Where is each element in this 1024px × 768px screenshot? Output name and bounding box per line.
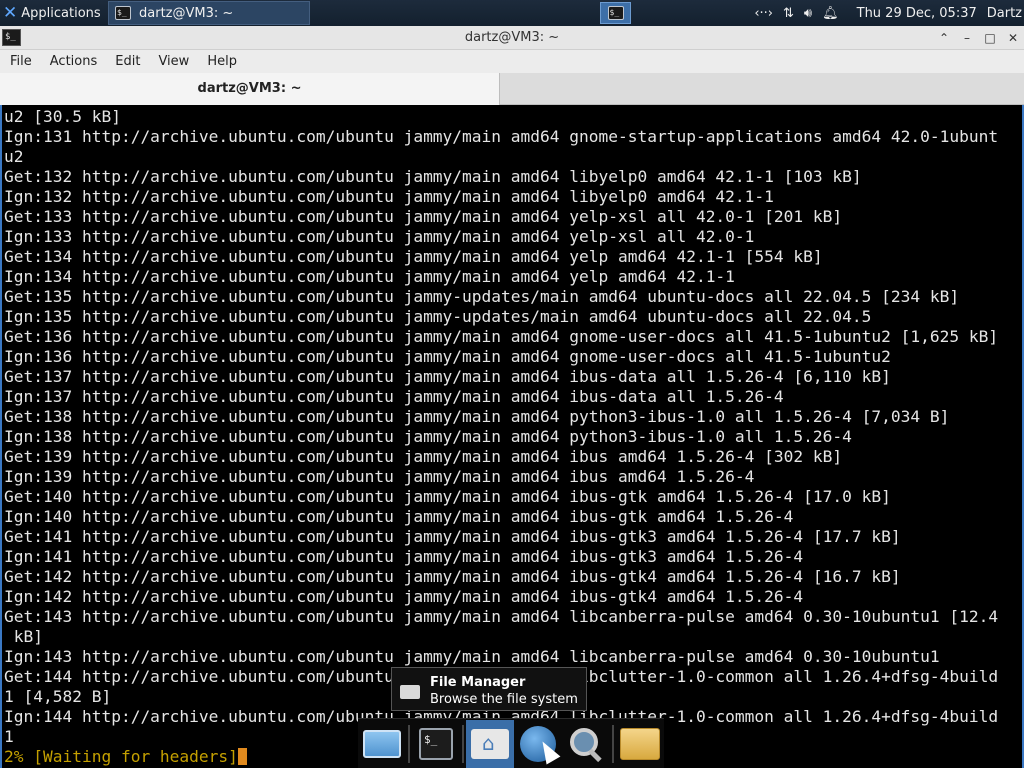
dock-folder[interactable]	[616, 720, 664, 768]
terminal-line: u2 [30.5 kB]	[4, 107, 121, 126]
terminal-icon: $_	[607, 6, 624, 20]
window-titlebar[interactable]: $_ dartz@VM3: ~ ⌃ – □ ✕	[0, 26, 1024, 50]
terminal-line: Ign:136 http://archive.ubuntu.com/ubuntu…	[4, 347, 891, 366]
terminal-line: u2	[4, 147, 24, 166]
terminal-line: kB]	[4, 627, 43, 646]
dock: $_	[358, 718, 664, 768]
menu-view[interactable]: View	[148, 54, 197, 69]
terminal-line: Ign:143 http://archive.ubuntu.com/ubuntu…	[4, 647, 940, 666]
shade-icon[interactable]: ⌃	[935, 29, 953, 47]
tooltip-title: File Manager	[430, 675, 526, 690]
terminal-line: Get:140 http://archive.ubuntu.com/ubuntu…	[4, 487, 891, 506]
terminal-line: Ign:140 http://archive.ubuntu.com/ubuntu…	[4, 507, 794, 526]
dock-separator	[612, 724, 614, 763]
applications-label: Applications	[21, 5, 101, 21]
terminal-line: Ign:137 http://archive.ubuntu.com/ubuntu…	[4, 387, 784, 406]
terminal-line: Ign:131 http://archive.ubuntu.com/ubuntu…	[4, 127, 999, 146]
terminal-line: Ign:138 http://archive.ubuntu.com/ubuntu…	[4, 427, 852, 446]
maximize-button[interactable]: □	[981, 29, 999, 47]
terminal-line: Get:133 http://archive.ubuntu.com/ubuntu…	[4, 207, 843, 226]
terminal-line: Get:138 http://archive.ubuntu.com/ubuntu…	[4, 407, 950, 426]
terminal-line: Ign:139 http://archive.ubuntu.com/ubuntu…	[4, 467, 755, 486]
user-menu[interactable]: Dartz	[987, 6, 1022, 21]
app-finder-icon	[568, 726, 604, 762]
tooltip-description: Browse the file system	[430, 692, 578, 707]
transfer-icon[interactable]: ⇅	[783, 6, 794, 21]
terminal-line: Get:132 http://archive.ubuntu.com/ubuntu…	[4, 167, 862, 186]
terminal-line: Ign:132 http://archive.ubuntu.com/ubuntu…	[4, 187, 774, 206]
menu-help[interactable]: Help	[197, 54, 245, 69]
menu-actions[interactable]: Actions	[40, 54, 106, 69]
taskbar-terminal-button[interactable]: $_ dartz@VM3: ~	[108, 1, 310, 25]
menu-file[interactable]: File	[0, 54, 40, 69]
progress-text: 2% [Waiting for headers]	[4, 747, 238, 766]
minimize-button[interactable]: –	[958, 29, 976, 47]
dock-separator	[462, 724, 464, 763]
panel-terminal-launcher[interactable]: $_	[600, 2, 631, 24]
applications-menu-button[interactable]: ✕ Applications	[0, 0, 107, 26]
top-panel: ✕ Applications $_ dartz@VM3: ~ $_ ‹··› ⇅…	[0, 0, 1024, 26]
file-manager-tooltip: File Manager Browse the file system	[391, 667, 587, 711]
terminal-line: Get:136 http://archive.ubuntu.com/ubuntu…	[4, 327, 999, 346]
terminal-line: Get:143 http://archive.ubuntu.com/ubuntu…	[4, 607, 999, 626]
terminal-line: Ign:134 http://archive.ubuntu.com/ubuntu…	[4, 267, 735, 286]
drive-icon	[400, 685, 420, 699]
dock-separator	[408, 724, 410, 763]
dock-app-finder[interactable]	[562, 720, 610, 768]
terminal-cursor	[237, 748, 247, 765]
terminal-icon: $_	[419, 727, 453, 760]
terminal-icon: $_	[115, 6, 131, 20]
terminal-line: Ign:135 http://archive.ubuntu.com/ubuntu…	[4, 307, 872, 326]
system-tray: ‹··› ⇅ 🔊︎ 🔔︎ Thu 29 Dec, 05:37 Dartz	[754, 0, 1024, 26]
menu-edit[interactable]: Edit	[105, 54, 148, 69]
dock-terminal[interactable]: $_	[412, 720, 460, 768]
menubar: File Actions Edit View Help	[0, 50, 1024, 73]
close-button[interactable]: ✕	[1004, 29, 1022, 47]
terminal-line: Get:135 http://archive.ubuntu.com/ubuntu…	[4, 287, 960, 306]
home-folder-icon	[471, 728, 509, 759]
dock-file-manager[interactable]	[466, 719, 514, 768]
terminal-line: Ign:133 http://archive.ubuntu.com/ubuntu…	[4, 227, 755, 246]
terminal-line: Get:142 http://archive.ubuntu.com/ubuntu…	[4, 567, 901, 586]
terminal-line: Get:134 http://archive.ubuntu.com/ubuntu…	[4, 247, 823, 266]
window-title: dartz@VM3: ~	[464, 30, 560, 45]
clock[interactable]: Thu 29 Dec, 05:37	[857, 6, 977, 21]
terminal-line: Ign:142 http://archive.ubuntu.com/ubuntu…	[4, 587, 804, 606]
bell-icon[interactable]: 🔔︎	[822, 6, 839, 21]
taskbar-title: dartz@VM3: ~	[139, 5, 234, 21]
volume-icon[interactable]: 🔊︎	[804, 6, 812, 21]
terminal-line: Get:137 http://archive.ubuntu.com/ubuntu…	[4, 367, 891, 386]
tab-bar: dartz@VM3: ~	[0, 73, 1024, 105]
tab-terminal[interactable]: dartz@VM3: ~	[0, 73, 500, 105]
desktop-icon	[363, 729, 401, 758]
dock-show-desktop[interactable]	[358, 720, 406, 768]
folder-icon	[620, 727, 660, 760]
terminal-line: Get:139 http://archive.ubuntu.com/ubuntu…	[4, 447, 843, 466]
terminal-line: Ign:141 http://archive.ubuntu.com/ubuntu…	[4, 547, 804, 566]
xfce-logo-icon: ✕	[3, 2, 18, 23]
network-icon[interactable]: ‹··›	[754, 6, 773, 21]
terminal-line: Get:141 http://archive.ubuntu.com/ubuntu…	[4, 527, 901, 546]
